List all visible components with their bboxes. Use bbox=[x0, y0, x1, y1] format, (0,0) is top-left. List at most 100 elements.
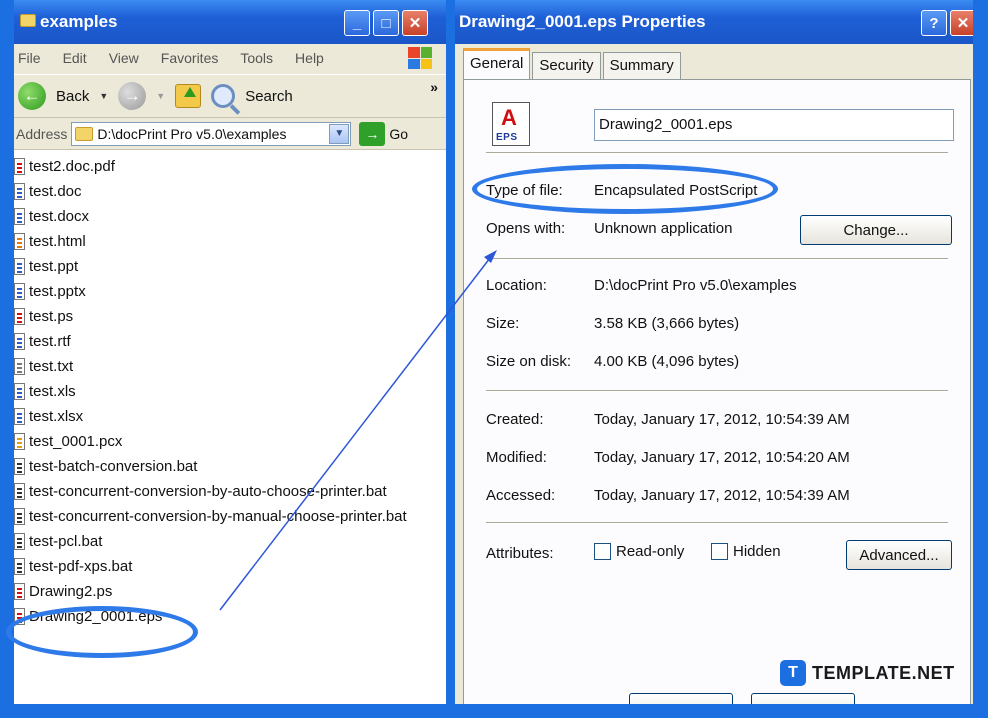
forward-dropdown-icon[interactable]: ▼ bbox=[156, 91, 165, 101]
hidden-checkbox[interactable]: Hidden bbox=[711, 543, 781, 560]
html-file-icon bbox=[14, 233, 25, 250]
help-button[interactable]: ? bbox=[921, 10, 947, 36]
file-item[interactable]: test.pptx bbox=[14, 279, 446, 304]
excel-file-icon bbox=[14, 383, 25, 400]
tab-security[interactable]: Security bbox=[532, 52, 601, 80]
minimize-button[interactable]: _ bbox=[344, 10, 370, 36]
windows-logo-icon bbox=[408, 47, 432, 69]
menu-view[interactable]: View bbox=[109, 50, 139, 74]
folder-up-icon[interactable] bbox=[175, 84, 202, 108]
back-arrow-icon[interactable]: ← bbox=[18, 82, 46, 110]
back-dropdown-icon[interactable]: ▼ bbox=[99, 91, 108, 101]
template-net-watermark: T TEMPLATE.NET bbox=[780, 660, 955, 686]
hidden-label: Hidden bbox=[733, 543, 781, 560]
file-item[interactable]: test.ppt bbox=[14, 254, 446, 279]
checkbox-icon[interactable] bbox=[711, 543, 728, 560]
file-name: test.pptx bbox=[29, 283, 86, 300]
pdf-file-icon bbox=[14, 158, 25, 175]
menu-tools[interactable]: Tools bbox=[240, 50, 273, 74]
divider bbox=[486, 152, 948, 153]
search-icon[interactable] bbox=[211, 84, 236, 108]
search-button-label[interactable]: Search bbox=[245, 88, 293, 105]
file-name: test.ps bbox=[29, 308, 74, 325]
file-item[interactable]: test.html bbox=[14, 229, 446, 254]
forward-arrow-icon[interactable]: → bbox=[118, 82, 147, 110]
file-item[interactable]: test.rtf bbox=[14, 329, 446, 354]
template-logo-icon: T bbox=[780, 660, 806, 686]
file-item[interactable]: test.doc bbox=[14, 179, 446, 204]
menu-bar: File Edit View Favorites Tools Help bbox=[14, 44, 446, 74]
file-name: test_0001.pcx bbox=[29, 433, 123, 450]
cancel-button[interactable] bbox=[751, 693, 855, 704]
file-name: test.txt bbox=[29, 358, 74, 375]
explorer-titlebar[interactable]: examples _ □ ✕ bbox=[14, 0, 446, 44]
menu-file[interactable]: File bbox=[18, 50, 41, 74]
change-button[interactable]: Change... bbox=[800, 215, 952, 245]
file-name: test-concurrent-conversion-by-manual-cho… bbox=[29, 508, 407, 525]
accessed-value: Today, January 17, 2012, 10:54:39 AM bbox=[594, 487, 850, 504]
file-name: test.xls bbox=[29, 383, 76, 400]
file-item[interactable]: test.docx bbox=[14, 204, 446, 229]
divider bbox=[486, 522, 948, 523]
explorer-window: examples _ □ ✕ File Edit View Favorites … bbox=[14, 0, 446, 704]
file-name: test-concurrent-conversion-by-auto-choos… bbox=[29, 483, 387, 500]
properties-titlebar[interactable]: Drawing2_0001.eps Properties ? ✕ bbox=[455, 0, 973, 44]
file-item[interactable]: test.txt bbox=[14, 354, 446, 379]
tab-summary[interactable]: Summary bbox=[602, 52, 681, 80]
file-list: test2.doc.pdf test.doc test.docx test.html t… bbox=[14, 150, 446, 629]
file-item[interactable]: test_0001.pcx bbox=[14, 429, 446, 454]
file-item[interactable]: test-concurrent-conversion-by-auto-choos… bbox=[14, 479, 446, 504]
maximize-button[interactable]: □ bbox=[373, 10, 399, 36]
address-bar: Address D:\docPrint Pro v5.0\examples ▼ … bbox=[14, 118, 446, 150]
file-name: test.html bbox=[29, 233, 86, 250]
ok-button[interactable] bbox=[629, 693, 733, 704]
toolbar-more-chevron[interactable]: » bbox=[430, 79, 438, 95]
image-file-icon bbox=[14, 433, 25, 450]
address-dropdown-icon[interactable]: ▼ bbox=[329, 123, 350, 144]
eps-file-icon: A EPS bbox=[492, 102, 530, 146]
menu-help[interactable]: Help bbox=[295, 50, 324, 74]
readonly-checkbox[interactable]: Read-only bbox=[594, 543, 684, 560]
go-button-label[interactable]: Go bbox=[389, 126, 408, 142]
batch-file-icon bbox=[14, 558, 25, 575]
file-item[interactable]: test-pcl.bat bbox=[14, 529, 446, 554]
file-item[interactable]: test-concurrent-conversion-by-manual-cho… bbox=[14, 504, 446, 529]
size-on-disk-value: 4.00 KB (4,096 bytes) bbox=[594, 353, 740, 370]
menu-favorites[interactable]: Favorites bbox=[161, 50, 219, 74]
created-value: Today, January 17, 2012, 10:54:39 AM bbox=[594, 411, 850, 428]
back-button-label[interactable]: Back bbox=[56, 88, 89, 105]
watermark-text: TEMPLATE.NET bbox=[812, 662, 955, 683]
rtf-file-icon bbox=[14, 333, 25, 350]
file-item[interactable]: test.xls bbox=[14, 379, 446, 404]
file-item[interactable]: test2.doc.pdf bbox=[14, 154, 446, 179]
address-path: D:\docPrint Pro v5.0\examples bbox=[97, 125, 287, 142]
file-item[interactable]: test.xlsx bbox=[14, 404, 446, 429]
checkbox-icon[interactable] bbox=[594, 543, 611, 560]
size-value: 3.58 KB (3,666 bytes) bbox=[594, 315, 740, 332]
location-value: D:\docPrint Pro v5.0\examples bbox=[594, 277, 797, 294]
file-name: test-batch-conversion.bat bbox=[29, 458, 198, 475]
advanced-button[interactable]: Advanced... bbox=[846, 540, 952, 570]
file-item[interactable]: test-pdf-xps.bat bbox=[14, 554, 446, 579]
word-file-icon bbox=[14, 208, 25, 225]
file-name: test2.doc.pdf bbox=[29, 158, 115, 175]
divider bbox=[486, 258, 948, 259]
address-input[interactable]: D:\docPrint Pro v5.0\examples ▼ bbox=[71, 121, 352, 146]
attributes-label: Attributes: bbox=[486, 545, 554, 562]
type-of-file-highlight bbox=[472, 164, 778, 214]
readonly-label: Read-only bbox=[616, 543, 685, 560]
file-item[interactable]: test-batch-conversion.bat bbox=[14, 454, 446, 479]
tab-general[interactable]: General bbox=[463, 48, 531, 80]
text-file-icon bbox=[14, 358, 25, 375]
close-button[interactable]: ✕ bbox=[402, 10, 428, 36]
file-item[interactable]: Drawing2.ps bbox=[14, 579, 446, 604]
filename-input[interactable]: Drawing2_0001.eps bbox=[594, 109, 954, 141]
file-name: test.xlsx bbox=[29, 408, 84, 425]
go-arrow-icon[interactable]: → bbox=[359, 121, 386, 146]
menu-edit[interactable]: Edit bbox=[63, 50, 87, 74]
properties-title: Drawing2_0001.eps Properties bbox=[459, 12, 706, 31]
postscript-file-icon bbox=[14, 583, 25, 600]
file-item[interactable]: test.ps bbox=[14, 304, 446, 329]
dialog-close-button[interactable]: ✕ bbox=[950, 10, 973, 36]
folder-icon bbox=[75, 126, 94, 141]
